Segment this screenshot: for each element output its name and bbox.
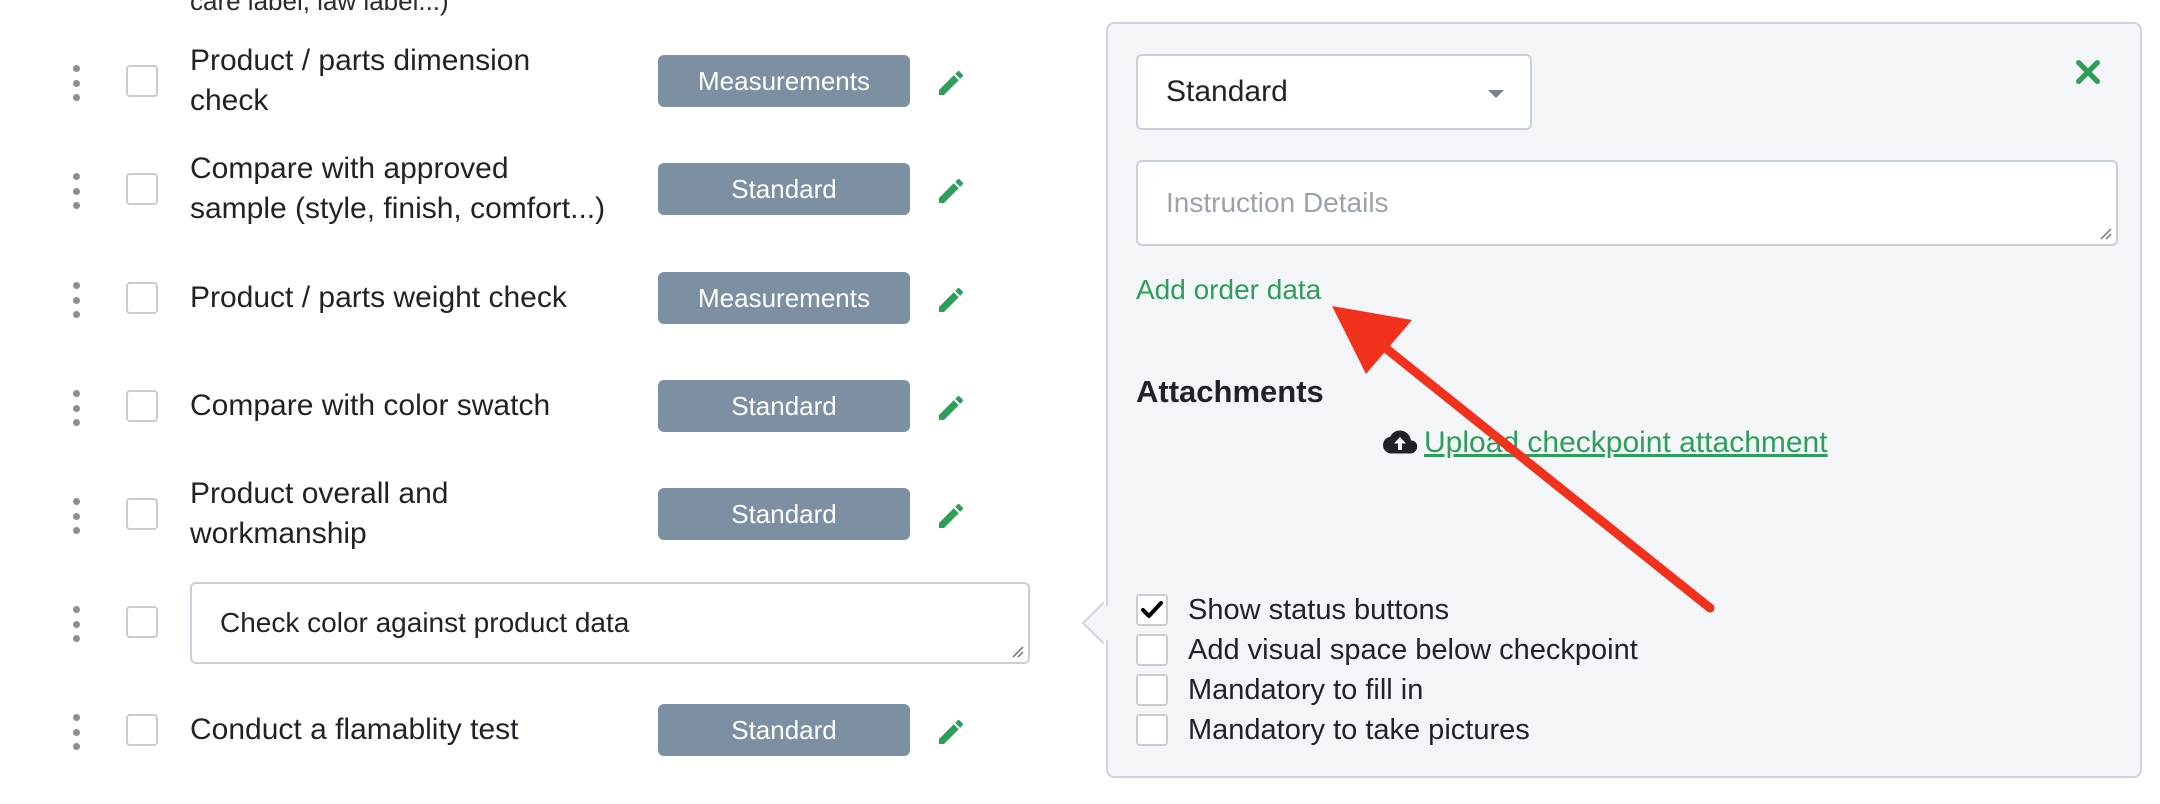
checklist-row: Conduct a flamablity test Standard xyxy=(0,690,1050,770)
pencil-icon[interactable] xyxy=(935,284,967,316)
drag-handle-icon[interactable] xyxy=(68,606,84,642)
option-label: Show status buttons xyxy=(1188,593,1450,626)
checkpoint-edit-input[interactable]: Check color against product data xyxy=(190,582,1030,664)
drag-handle-icon[interactable] xyxy=(68,390,84,426)
row-checkbox[interactable] xyxy=(126,606,158,638)
checkpoint-type-badge[interactable]: Measurements xyxy=(658,55,910,107)
drag-handle-icon[interactable] xyxy=(68,65,84,101)
checklist-row: Product overall and workmanship Standard xyxy=(0,474,1050,554)
checkmark-icon xyxy=(1141,601,1163,618)
row-checkbox[interactable] xyxy=(126,65,158,97)
checkpoint-label: Compare with color swatch xyxy=(190,389,551,422)
resize-handle-icon[interactable] xyxy=(1010,644,1024,658)
clipped-item-label: care label, law label...) xyxy=(190,0,449,16)
checkpoint-label: Product / parts dimension check xyxy=(190,44,531,117)
chevron-down-icon[interactable] xyxy=(1488,90,1504,98)
row-checkbox[interactable] xyxy=(126,390,158,422)
pencil-icon[interactable] xyxy=(935,500,967,532)
drag-handle-icon[interactable] xyxy=(68,173,84,209)
close-icon[interactable] xyxy=(2074,58,2102,86)
option-show-status-buttons[interactable]: Show status buttons xyxy=(1136,592,1449,628)
checklist-row: Compare with color swatch Standard xyxy=(0,366,1050,446)
checkbox[interactable] xyxy=(1136,634,1168,666)
checkpoint-label: Compare with approved sample (style, fin… xyxy=(190,152,606,225)
cloud-upload-icon xyxy=(1383,430,1418,454)
checkpoint-label: Product / parts weight check xyxy=(190,281,567,314)
checkpoint-type-badge[interactable]: Standard xyxy=(658,380,910,432)
checklist-row: Compare with approved sample (style, fin… xyxy=(0,149,1050,229)
checklist-row-editing: Check color against product data xyxy=(0,582,1050,664)
checklist-row: Product / parts weight check Measurement… xyxy=(0,258,1050,338)
instruction-placeholder: Instruction Details xyxy=(1166,187,1389,218)
option-label: Mandatory to fill in xyxy=(1188,673,1424,706)
drag-handle-icon[interactable] xyxy=(68,498,84,534)
checkpoint-type-select[interactable]: Standard xyxy=(1136,54,1532,130)
pencil-icon[interactable] xyxy=(935,175,967,207)
drag-handle-icon[interactable] xyxy=(68,714,84,750)
checkpoint-edit-value: Check color against product data xyxy=(220,607,630,638)
checkbox[interactable] xyxy=(1136,714,1168,746)
checkpoint-type-badge[interactable]: Standard xyxy=(658,704,910,756)
add-order-data-link[interactable]: Add order data xyxy=(1136,274,1321,306)
checkbox-checked[interactable] xyxy=(1136,594,1168,626)
pencil-icon[interactable] xyxy=(935,392,967,424)
resize-handle-icon[interactable] xyxy=(2098,226,2112,240)
option-mandatory-pictures[interactable]: Mandatory to take pictures xyxy=(1136,712,1530,748)
attachments-heading: Attachments xyxy=(1136,374,1324,409)
upload-link-label: Upload checkpoint attachment xyxy=(1424,426,1828,459)
row-checkbox[interactable] xyxy=(126,714,158,746)
pencil-icon[interactable] xyxy=(935,67,967,99)
checkpoint-type-badge[interactable]: Measurements xyxy=(658,272,910,324)
checkpoint-label: Product overall and workmanship xyxy=(190,477,449,550)
checkpoint-settings-panel: Standard Instruction Details Add order d… xyxy=(1106,22,2142,778)
checkbox[interactable] xyxy=(1136,674,1168,706)
row-checkbox[interactable] xyxy=(126,173,158,205)
row-checkbox[interactable] xyxy=(126,282,158,314)
option-mandatory-fill[interactable]: Mandatory to fill in xyxy=(1136,672,1423,708)
pencil-icon[interactable] xyxy=(935,716,967,748)
upload-attachment-link[interactable]: Upload checkpoint attachment xyxy=(1382,426,1828,460)
option-label: Mandatory to take pictures xyxy=(1188,713,1530,746)
checkpoint-label: Conduct a flamablity test xyxy=(190,713,519,746)
drag-handle-icon[interactable] xyxy=(68,282,84,318)
checkpoint-type-value: Standard xyxy=(1166,75,1288,108)
option-add-visual-space[interactable]: Add visual space below checkpoint xyxy=(1136,632,1638,668)
checklist-row: Product / parts dimension check Measurem… xyxy=(0,41,1050,121)
checkpoint-type-badge[interactable]: Standard xyxy=(658,163,910,215)
checkpoint-type-badge[interactable]: Standard xyxy=(658,488,910,540)
instruction-details-field[interactable]: Instruction Details xyxy=(1136,160,2118,246)
row-checkbox[interactable] xyxy=(126,498,158,530)
option-label: Add visual space below checkpoint xyxy=(1188,633,1638,666)
